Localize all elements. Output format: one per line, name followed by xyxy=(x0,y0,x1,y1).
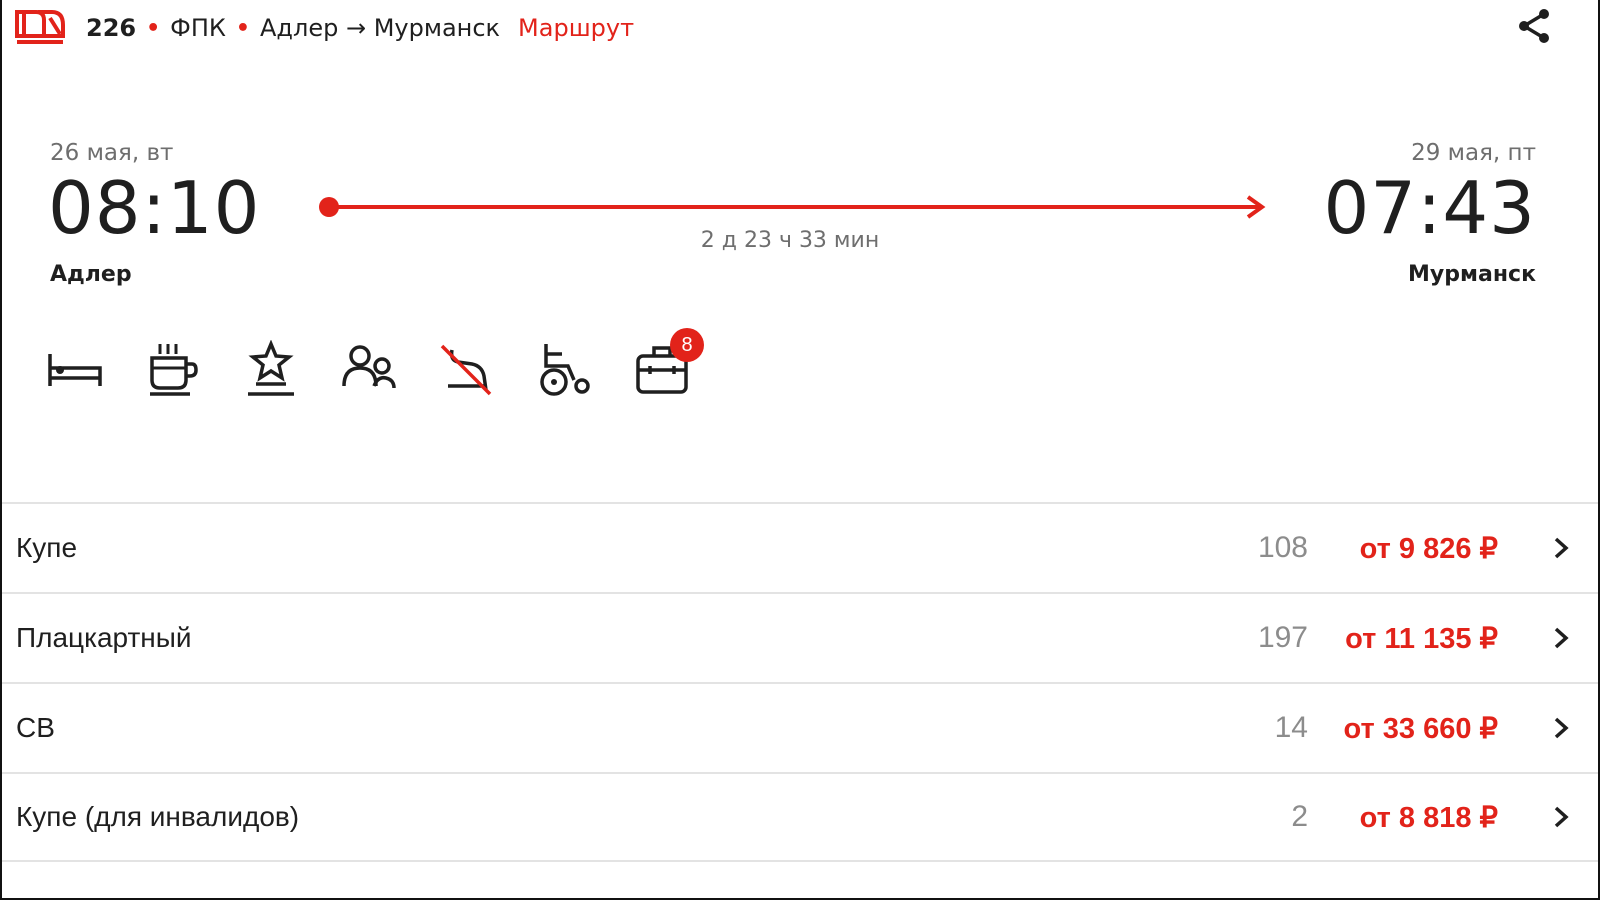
luggage-count-badge: 8 xyxy=(670,328,704,362)
class-name: Плацкартный xyxy=(16,622,192,653)
seat-count: 2 xyxy=(1291,800,1308,833)
arrival-date: 29 мая, пт xyxy=(1411,140,1536,166)
class-row-coupe-disabled[interactable]: Купе (для инвалидов) 2 от 8 818 ₽ xyxy=(2,772,1598,862)
train-number: 226 xyxy=(86,14,137,42)
departure-time: 08:10 xyxy=(48,166,261,250)
chevron-right-icon[interactable] xyxy=(1550,804,1572,830)
coffee-icon[interactable] xyxy=(144,340,202,400)
route-text: Адлер → Мурманск xyxy=(259,14,501,42)
seat-count: 197 xyxy=(1257,621,1308,654)
award-icon[interactable] xyxy=(242,339,300,400)
class-price: от 9 826 ₽ xyxy=(1359,532,1498,565)
class-price: от 11 135 ₽ xyxy=(1345,622,1498,655)
people-icon[interactable] xyxy=(340,340,398,400)
arrival-time: 07:43 xyxy=(1323,166,1536,250)
service-icons: 8 xyxy=(46,328,704,400)
seat-count: 14 xyxy=(1274,711,1308,744)
departure-date: 26 мая, вт xyxy=(50,140,174,166)
class-row-platzkart[interactable]: Плацкартный 197 от 11 135 ₽ xyxy=(2,592,1598,682)
no-pets-icon[interactable] xyxy=(438,340,496,400)
route-link[interactable]: Маршрут xyxy=(518,14,634,42)
rzd-logo-icon[interactable] xyxy=(14,8,66,48)
seat-count: 108 xyxy=(1257,531,1308,564)
separator-dot: • xyxy=(146,15,161,41)
trip-duration: 2 д 23 ч 33 мин xyxy=(700,228,880,253)
chevron-right-icon[interactable] xyxy=(1550,715,1572,741)
arrival-station: Мурманск xyxy=(1408,262,1536,287)
route-line xyxy=(319,195,1266,219)
departure-station: Адлер xyxy=(50,262,132,287)
class-name: Купе xyxy=(16,532,78,563)
class-price: от 8 818 ₽ xyxy=(1359,801,1498,834)
class-name: Купе (для инвалидов) xyxy=(16,801,300,832)
luggage-icon[interactable]: 8 xyxy=(634,328,704,400)
wheelchair-icon[interactable] xyxy=(536,340,594,400)
class-row-coupe[interactable]: Купе 108 от 9 826 ₽ xyxy=(2,502,1598,592)
bed-icon[interactable] xyxy=(46,340,104,400)
class-price: от 33 660 ₽ xyxy=(1343,712,1498,745)
train-header: 226 • ФПК • Адлер → Мурманск Маршрут xyxy=(14,6,1560,50)
class-row-sv[interactable]: СВ 14 от 33 660 ₽ xyxy=(2,682,1598,772)
chevron-right-icon[interactable] xyxy=(1550,625,1572,651)
class-list: Купе 108 от 9 826 ₽ Плацкартный 197 от 1… xyxy=(2,502,1598,862)
chevron-right-icon[interactable] xyxy=(1550,535,1572,561)
separator-dot: • xyxy=(235,15,250,41)
share-icon[interactable] xyxy=(1514,6,1554,46)
carrier-name: ФПК xyxy=(170,14,226,42)
class-name: СВ xyxy=(16,712,55,743)
